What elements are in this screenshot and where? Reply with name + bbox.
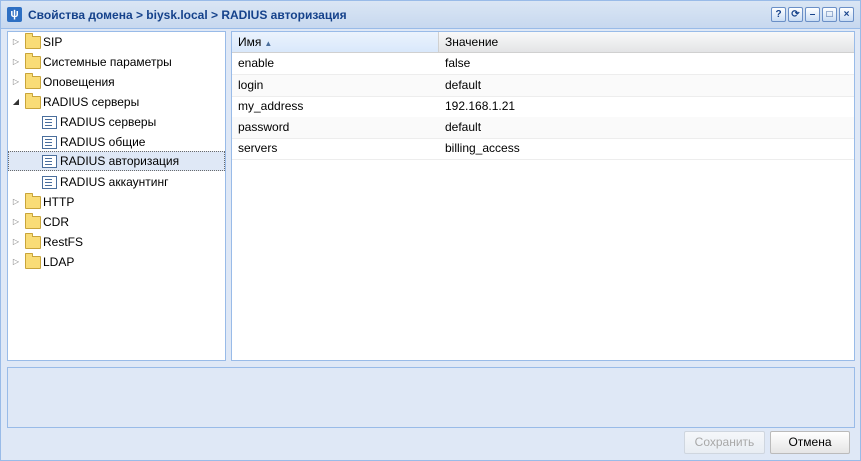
tree-item-ldap[interactable]: ▷ LDAP bbox=[8, 252, 225, 272]
tree-item-cdr[interactable]: ▷ CDR bbox=[8, 212, 225, 232]
tree-item-label: HTTP bbox=[43, 195, 75, 209]
folder-icon bbox=[25, 33, 41, 49]
window-tools: ? ⟳ – □ × bbox=[771, 7, 854, 22]
tree-item-label: CDR bbox=[43, 215, 69, 229]
tree-item-label: SIP bbox=[43, 35, 63, 49]
settings-page-icon bbox=[42, 176, 57, 189]
folder-open-icon bbox=[25, 93, 41, 109]
tree-item-http[interactable]: ▷ HTTP bbox=[8, 192, 225, 212]
table-row[interactable]: login default bbox=[232, 75, 854, 97]
folder-icon bbox=[25, 213, 41, 229]
folder-icon bbox=[25, 193, 41, 209]
tree-item-label: LDAP bbox=[43, 255, 75, 269]
property-value[interactable]: default bbox=[439, 117, 860, 138]
description-panel bbox=[7, 367, 855, 428]
property-name: password bbox=[238, 120, 290, 134]
column-header-label: Имя bbox=[238, 35, 262, 49]
expand-arrow-icon[interactable]: ▷ bbox=[11, 232, 21, 252]
column-header-value[interactable]: Значение bbox=[439, 32, 854, 52]
settings-tree: ▷ SIP ▷ Системные параметры ▷ Оповещения… bbox=[7, 31, 226, 361]
property-value[interactable]: billing_access bbox=[439, 138, 860, 159]
collapse-arrow-icon[interactable]: ◢ bbox=[11, 92, 21, 112]
tree-item-label: RADIUS аккаунтинг bbox=[60, 175, 169, 189]
property-value[interactable]: false bbox=[439, 53, 860, 74]
tree-item-label: Системные параметры bbox=[43, 55, 172, 69]
expand-arrow-icon[interactable]: ▷ bbox=[11, 192, 21, 212]
property-name: my_address bbox=[238, 99, 304, 113]
tree-item-radius-servers[interactable]: RADIUS серверы bbox=[8, 112, 225, 132]
window-title: Свойства домена > biysk.local > RADIUS а… bbox=[28, 8, 347, 22]
properties-grid: Имя ▲ Значение enable false login default… bbox=[231, 31, 855, 361]
expand-arrow-icon[interactable]: ▷ bbox=[11, 252, 21, 272]
table-row[interactable]: password default bbox=[232, 117, 854, 139]
minimize-icon[interactable]: – bbox=[805, 7, 820, 22]
tree-item-radius-authorization[interactable]: RADIUS авторизация bbox=[8, 151, 225, 171]
table-row[interactable]: servers billing_access bbox=[232, 138, 854, 160]
settings-page-icon bbox=[42, 155, 57, 168]
expand-arrow-icon[interactable]: ▷ bbox=[11, 52, 21, 72]
table-row[interactable]: my_address 192.168.1.21 bbox=[232, 96, 854, 118]
folder-icon bbox=[25, 53, 41, 69]
property-value[interactable]: 192.168.1.21 bbox=[439, 96, 860, 117]
tree-item-label: RADIUS серверы bbox=[60, 115, 157, 129]
tree-item-restfs[interactable]: ▷ RestFS bbox=[8, 232, 225, 252]
folder-icon bbox=[25, 73, 41, 89]
tree-item-label: RADIUS авторизация bbox=[60, 154, 180, 168]
expand-arrow-icon[interactable]: ▷ bbox=[11, 212, 21, 232]
tree-item-radius-accounting[interactable]: RADIUS аккаунтинг bbox=[8, 172, 225, 192]
tree-item-notifications[interactable]: ▷ Оповещения bbox=[8, 72, 225, 92]
window-titlebar[interactable]: ψ Свойства домена > biysk.local > RADIUS… bbox=[1, 1, 860, 29]
tree-item-sip[interactable]: ▷ SIP bbox=[8, 32, 225, 52]
tree-item-label: Оповещения bbox=[43, 75, 115, 89]
sort-ascending-icon: ▲ bbox=[264, 39, 273, 48]
refresh-icon[interactable]: ⟳ bbox=[788, 7, 803, 22]
tree-item-system-params[interactable]: ▷ Системные параметры bbox=[8, 52, 225, 72]
app-logo-icon: ψ bbox=[7, 7, 22, 22]
save-button[interactable]: Сохранить bbox=[684, 431, 765, 454]
folder-icon bbox=[25, 233, 41, 249]
tree-item-radius-servers-group[interactable]: ◢ RADIUS серверы bbox=[8, 92, 225, 112]
grid-header: Имя ▲ Значение bbox=[232, 32, 854, 53]
maximize-icon[interactable]: □ bbox=[822, 7, 837, 22]
settings-page-icon bbox=[42, 116, 57, 129]
expand-arrow-icon[interactable]: ▷ bbox=[11, 32, 21, 52]
property-name: login bbox=[238, 78, 264, 92]
tree-item-label: RADIUS серверы bbox=[43, 95, 140, 109]
property-value[interactable]: default bbox=[439, 75, 860, 96]
cancel-button[interactable]: Отмена bbox=[770, 431, 850, 454]
settings-page-icon bbox=[42, 136, 57, 149]
tree-item-label: RADIUS общие bbox=[60, 135, 146, 149]
column-header-label: Значение bbox=[445, 35, 499, 49]
property-name: servers bbox=[238, 141, 278, 155]
help-icon[interactable]: ? bbox=[771, 7, 786, 22]
close-icon[interactable]: × bbox=[839, 7, 854, 22]
expand-arrow-icon[interactable]: ▷ bbox=[11, 72, 21, 92]
folder-icon bbox=[25, 253, 41, 269]
tree-item-radius-general[interactable]: RADIUS общие bbox=[8, 132, 225, 152]
column-header-name[interactable]: Имя ▲ bbox=[232, 32, 439, 52]
tree-item-label: RestFS bbox=[43, 235, 84, 249]
property-name: enable bbox=[238, 56, 275, 70]
table-row[interactable]: enable false bbox=[232, 53, 854, 75]
domain-properties-window: ψ Свойства домена > biysk.local > RADIUS… bbox=[0, 0, 861, 461]
